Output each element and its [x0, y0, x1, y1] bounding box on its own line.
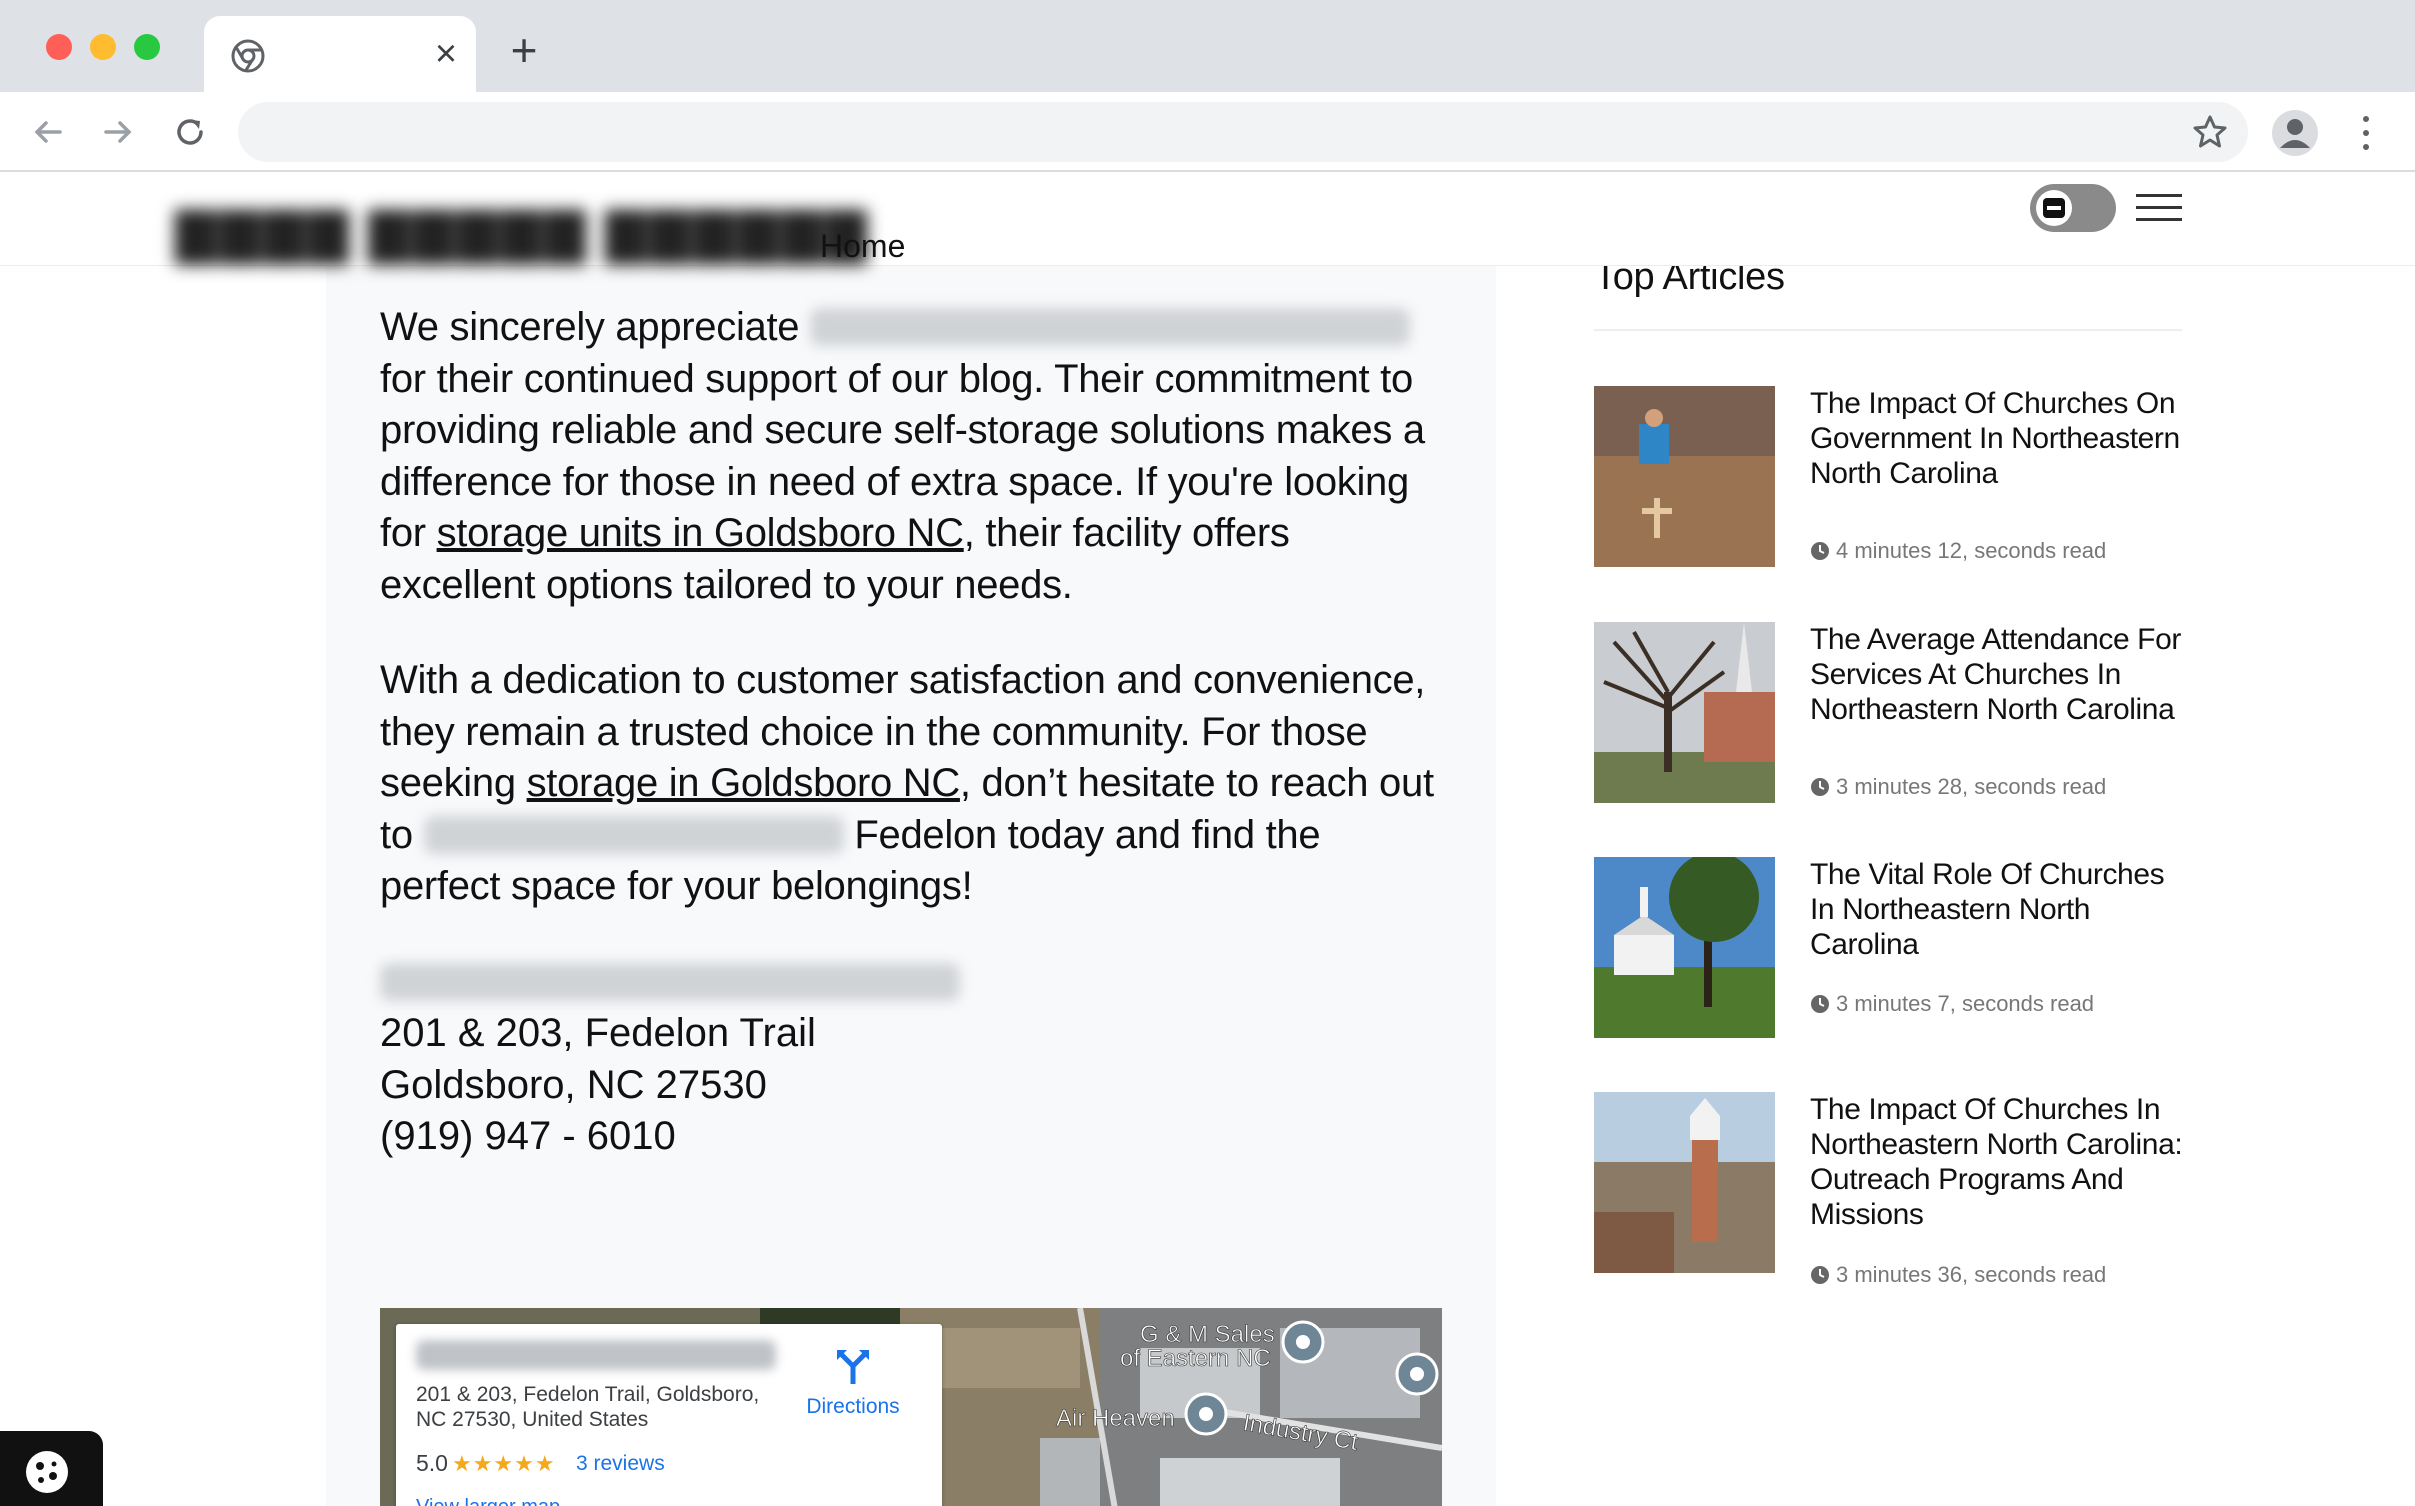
directions-icon — [837, 1350, 869, 1384]
clock-icon — [1811, 995, 1829, 1013]
plus-icon[interactable]: + — [502, 27, 546, 74]
url-input[interactable] — [268, 114, 2148, 150]
redacted-place-name — [416, 1340, 776, 1370]
place-rating: 5.0 ★★★★★ — [416, 1450, 556, 1476]
redacted-business-name — [810, 308, 1411, 346]
rating-stars-icon: ★★★★★ — [451, 1451, 556, 1476]
map-label-air: Air Heaven — [1056, 1405, 1175, 1432]
hamburger-menu-icon[interactable] — [2136, 194, 2182, 222]
site-header: ▇▇▇▇ ▇▇▇▇▇ ▇▇▇▇▇▇ Home — [0, 174, 2415, 266]
map-place-card: 201 & 203, Fedelon Trail, Goldsboro, NC … — [396, 1324, 942, 1506]
storage-units-link[interactable]: storage units in Goldsboro NC — [437, 511, 964, 555]
clock-icon — [1811, 542, 1829, 560]
star-icon[interactable] — [2190, 112, 2230, 152]
browser-tab-strip: × + — [0, 0, 2415, 92]
browser-tab[interactable]: × — [204, 16, 476, 92]
chrome-icon — [231, 39, 265, 73]
article-read-time: 3 minutes 36, seconds read — [1810, 1262, 2106, 1288]
arrow-left-icon[interactable] — [26, 110, 70, 154]
reviews-link[interactable]: 3 reviews — [576, 1452, 665, 1476]
sidebar-divider — [1594, 329, 2182, 331]
article-title[interactable]: The Impact Of Churches In Northeastern N… — [1810, 1092, 2184, 1232]
article-paragraph-2: With a dedication to customer satisfacti… — [380, 658, 1434, 908]
map-label-gm: G & M Sales — [1140, 1321, 1275, 1348]
clock-icon — [1811, 1266, 1829, 1284]
map-pin-icon — [1395, 1352, 1439, 1396]
theme-toggle-knob — [2036, 190, 2072, 226]
browser-toolbar — [0, 92, 2415, 172]
article-paragraph-1: We sincerely appreciate for their contin… — [380, 305, 1425, 607]
kebab-menu-icon[interactable] — [2354, 110, 2378, 156]
map-pin-icon — [1281, 1320, 1325, 1364]
cookie-icon — [26, 1451, 68, 1493]
clock-icon — [1811, 778, 1829, 796]
window-close-button[interactable] — [46, 34, 72, 60]
address-city: Goldsboro, NC 27530 — [380, 1062, 767, 1107]
profile-icon[interactable] — [2272, 110, 2318, 156]
directions-button[interactable]: Directions — [788, 1346, 918, 1419]
address-street: 201 & 203, Fedelon Trail — [380, 1011, 816, 1055]
view-larger-map-link[interactable]: View larger map — [416, 1496, 560, 1506]
article-thumbnail[interactable] — [1594, 857, 1775, 1038]
storage-goldsboro-link[interactable]: storage in Goldsboro NC — [527, 761, 961, 805]
nav-home-link[interactable]: Home — [820, 228, 905, 265]
redacted-business-name — [423, 815, 844, 854]
article-read-time: 3 minutes 28, seconds read — [1810, 774, 2106, 800]
article-read-time: 3 minutes 7, seconds read — [1810, 991, 2094, 1017]
map-label-gm-2: of Eastern NC — [1120, 1345, 1271, 1372]
arrow-right-icon[interactable] — [96, 110, 140, 154]
article-title[interactable]: The Impact Of Churches On Government In … — [1810, 386, 2184, 491]
reload-icon[interactable] — [168, 110, 212, 154]
theme-toggle[interactable] — [2030, 184, 2116, 232]
article-thumbnail[interactable] — [1594, 1092, 1775, 1273]
site-logo[interactable]: ▇▇▇▇ ▇▇▇▇▇ ▇▇▇▇▇▇ — [176, 204, 866, 263]
embedded-map[interactable]: G & M Sales of Eastern NC Air Heaven Ind… — [380, 1308, 1442, 1506]
business-address: 201 & 203, Fedelon Trail Goldsboro, NC 2… — [380, 957, 1444, 1163]
cookie-settings-button[interactable] — [0, 1431, 103, 1506]
address-phone: (919) 947 - 6010 — [380, 1114, 676, 1158]
redacted-business-name — [380, 962, 960, 1001]
article-thumbnail[interactable] — [1594, 622, 1775, 803]
place-address: 201 & 203, Fedelon Trail, Goldsboro, NC … — [416, 1383, 760, 1431]
window-maximize-button[interactable] — [134, 34, 160, 60]
article-body: We sincerely appreciate for their contin… — [326, 266, 1496, 1506]
window-minimize-button[interactable] — [90, 34, 116, 60]
article-title[interactable]: The Average Attendance For Services At C… — [1810, 622, 2184, 727]
article-title[interactable]: The Vital Role Of Churches In Northeaste… — [1810, 857, 2184, 962]
article-read-time: 4 minutes 12, seconds read — [1810, 538, 2106, 564]
address-bar[interactable] — [238, 102, 2248, 162]
article-thumbnail[interactable] — [1594, 386, 1775, 567]
close-icon[interactable]: × — [426, 34, 466, 74]
map-pin-icon — [1184, 1392, 1228, 1436]
